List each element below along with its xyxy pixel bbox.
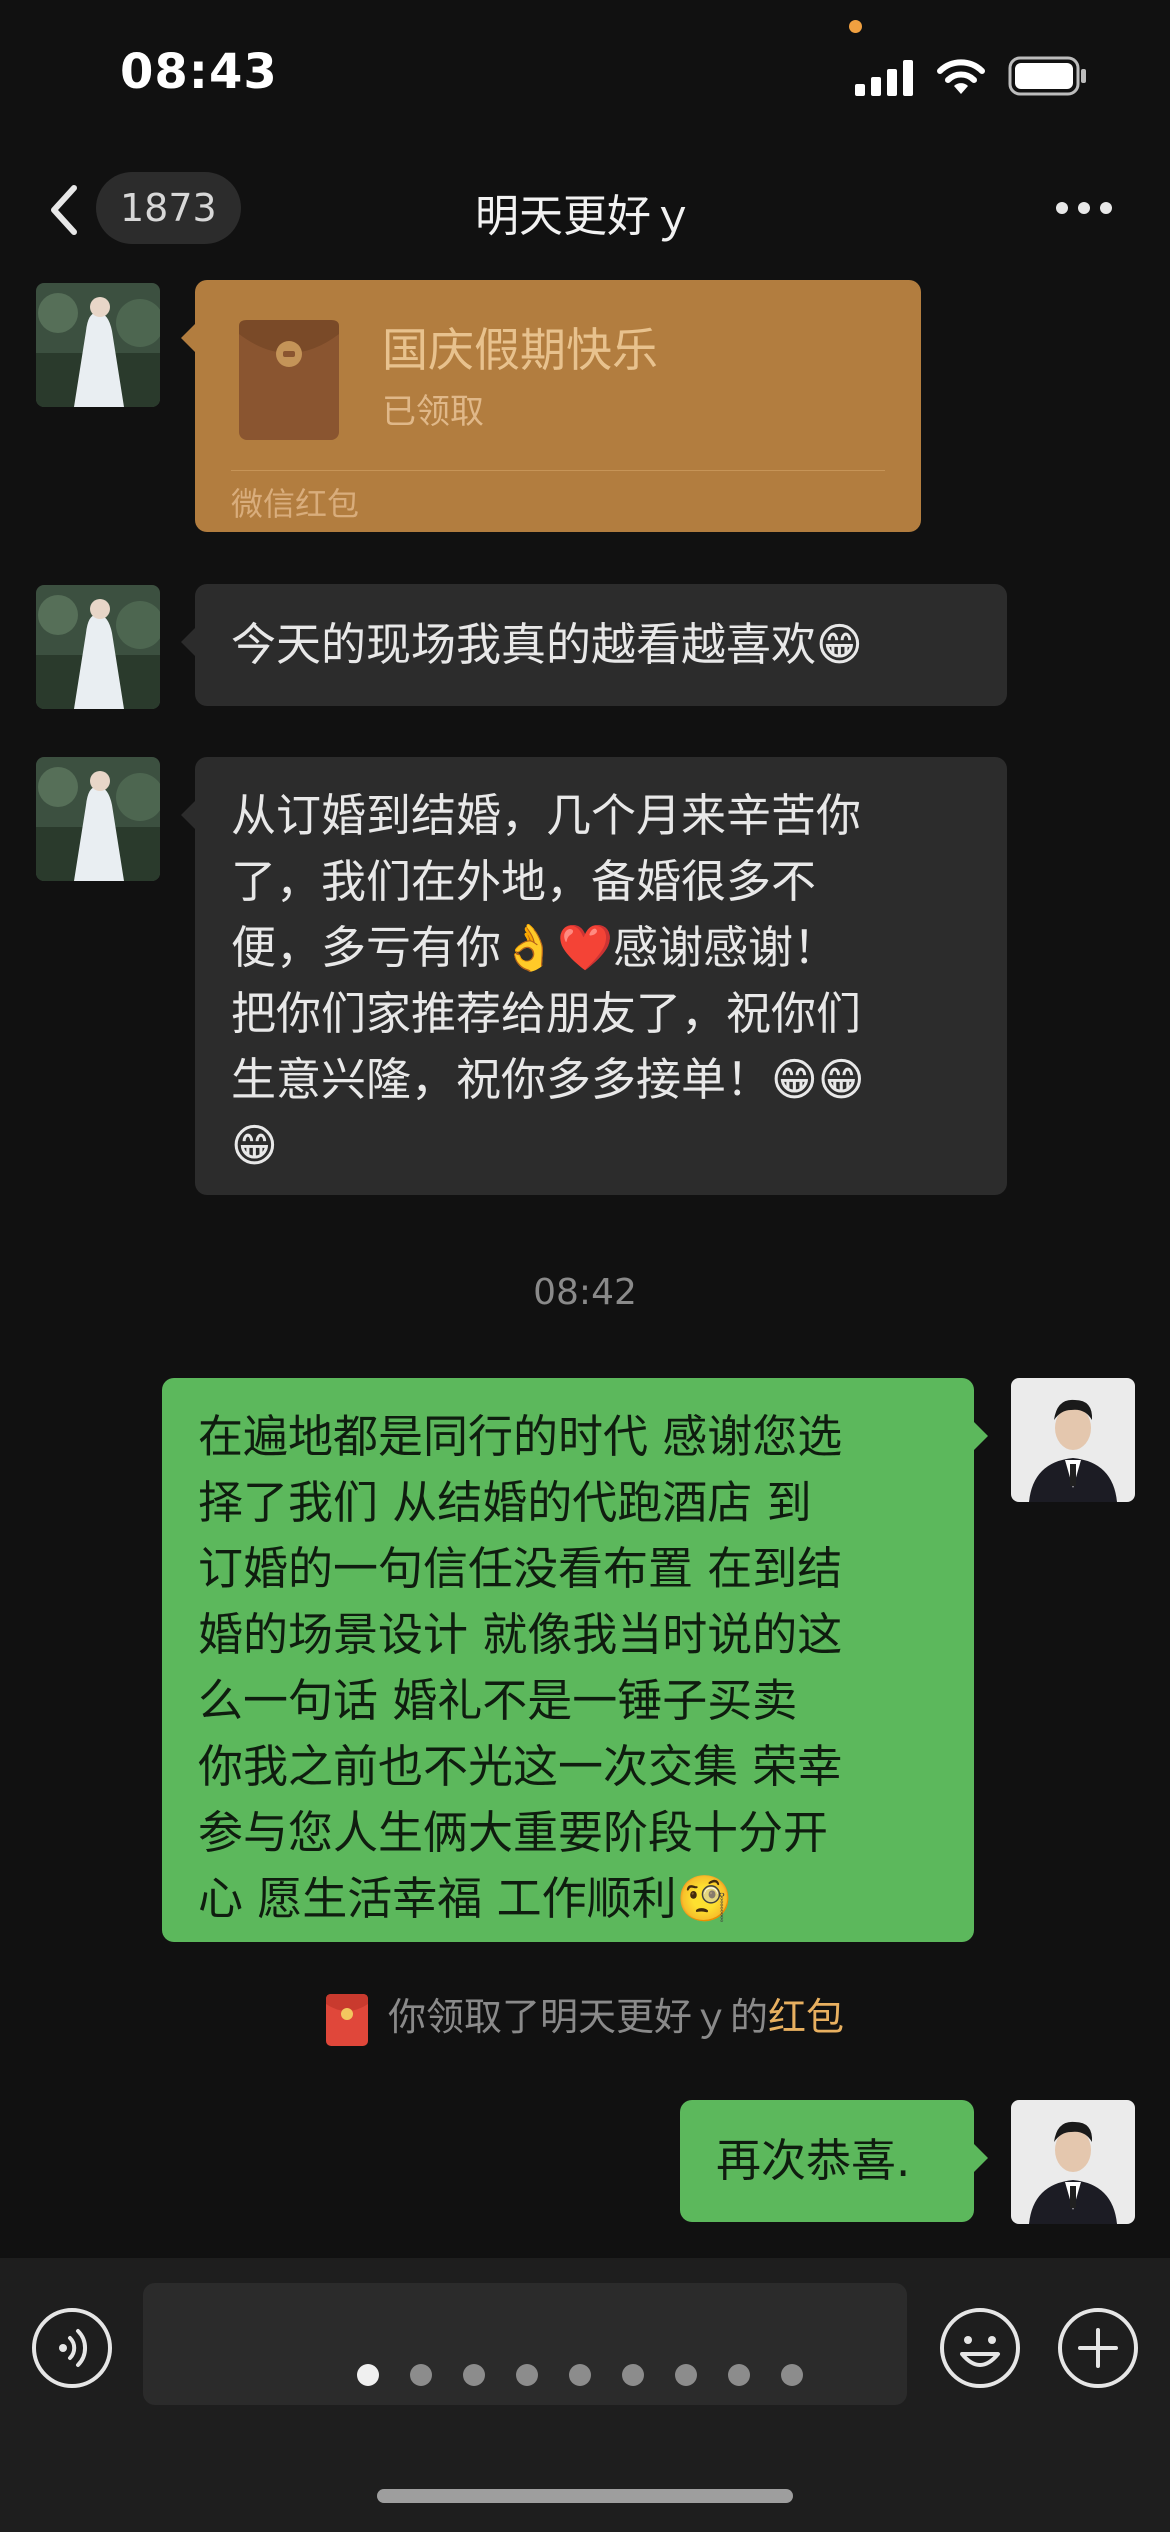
chat-header: 1873 明天更好ｙ [0, 160, 1170, 270]
privacy-indicator-dot [849, 20, 862, 33]
message-text: 从订婚到结婚，几个月来辛苦你 了，我们在外地，备婚很多不 便，多亏有你👌❤️感谢… [195, 757, 1007, 1199]
page-dot [728, 2364, 750, 2386]
message-line: 订婚的一句信任没看布置 在到结 [198, 1542, 843, 1595]
red-packet-card[interactable]: 国庆假期快乐 已领取 微信红包 [181, 280, 921, 532]
message-line: 心 愿生活幸福 工作顺利🧐 [198, 1872, 733, 1925]
my-avatar[interactable] [1011, 2100, 1135, 2224]
message-line: 择了我们 从结婚的代跑酒店 到 [198, 1476, 812, 1529]
red-packet-mini-icon [325, 1993, 368, 2046]
message-line: 生意兴隆，祝你多多接单！😁😁 [231, 1053, 865, 1106]
my-avatar[interactable] [1011, 1378, 1135, 1502]
message-line: 😁 [231, 1119, 278, 1172]
red-packet-link[interactable]: 红包 [768, 1995, 844, 2039]
message-line: 把你们家推荐给朋友了，祝你们 [231, 987, 862, 1040]
message-text: 在遍地都是同行的时代 感谢您选 择了我们 从结婚的代跑酒店 到 订婚的一句信任没… [162, 1378, 974, 1952]
status-time: 08:43 [120, 44, 278, 100]
voice-input-icon[interactable] [30, 2306, 114, 2390]
page-dot [516, 2364, 538, 2386]
page-dot [357, 2364, 379, 2386]
red-packet-status: 已领取 [382, 392, 484, 432]
red-packet-greeting: 国庆假期快乐 [382, 323, 658, 377]
emoji-page-indicator [357, 2364, 817, 2394]
message-bubble-outgoing[interactable]: 在遍地都是同行的时代 感谢您选 择了我们 从结婚的代跑酒店 到 订婚的一句信任没… [162, 1378, 988, 1942]
page-dot [675, 2364, 697, 2386]
status-bar: 08:43 [0, 0, 1170, 150]
cellular-signal-icon [855, 60, 913, 96]
message-line: 在遍地都是同行的时代 感谢您选 [198, 1410, 843, 1463]
page-dot [463, 2364, 485, 2386]
chat-title: 明天更好ｙ [475, 191, 695, 242]
message-line: 婚的场景设计 就像我当时说的这 [198, 1608, 843, 1661]
more-options-icon[interactable] [1054, 200, 1114, 216]
contact-avatar[interactable] [36, 757, 160, 881]
contact-avatar[interactable] [36, 585, 160, 709]
message-bubble-incoming[interactable]: 今天的现场我真的越看越喜欢😁 [181, 584, 1007, 706]
page-dot [622, 2364, 644, 2386]
red-packet-divider [231, 470, 885, 471]
emoji-icon[interactable] [938, 2306, 1022, 2390]
notice-text: 你领取了明天更好ｙ的 [387, 1995, 768, 2039]
battery-icon [1008, 56, 1086, 96]
message-line: 参与您人生俩大重要阶段十分开 [198, 1806, 829, 1859]
message-line: 从订婚到结婚，几个月来辛苦你 [231, 789, 862, 842]
message-line: 你我之前也不光这一次交集 荣幸 [198, 1740, 843, 1793]
message-bubble-outgoing[interactable]: 再次恭喜. [680, 2100, 988, 2222]
message-line: 便，多亏有你👌❤️感谢感谢！ [231, 921, 839, 974]
wifi-icon [937, 59, 985, 94]
message-bubble-incoming[interactable]: 从订婚到结婚，几个月来辛苦你 了，我们在外地，备婚很多不 便，多亏有你👌❤️感谢… [181, 757, 1007, 1195]
plus-icon[interactable] [1056, 2306, 1140, 2390]
message-timestamp: 08:42 [533, 1272, 637, 1313]
message-line: 么一句话 婚礼不是一锤子买卖 [198, 1674, 798, 1727]
page-dot [569, 2364, 591, 2386]
message-text: 再次恭喜. [716, 2134, 911, 2187]
page-dot [410, 2364, 432, 2386]
message-text: 今天的现场我真的越看越喜欢😁 [231, 618, 863, 671]
contact-avatar[interactable] [36, 283, 160, 407]
home-indicator[interactable] [377, 2489, 793, 2503]
page-dot [781, 2364, 803, 2386]
red-packet-envelope-icon [239, 320, 339, 440]
red-packet-received-notice: 你领取了明天更好ｙ的红包 [0, 1986, 1170, 2046]
red-packet-footer: 微信红包 [231, 485, 360, 523]
message-line: 了，我们在外地，备婚很多不 [231, 855, 817, 908]
